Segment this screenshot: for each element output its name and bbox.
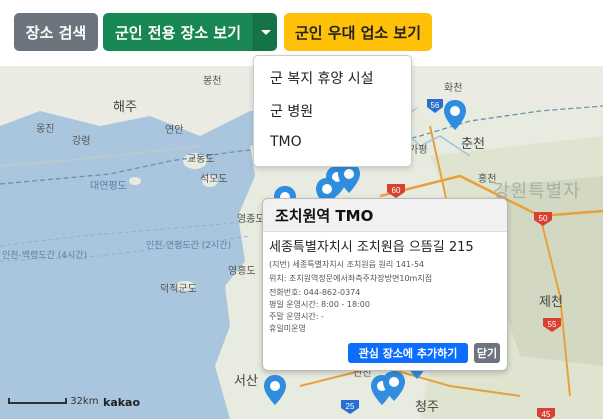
chevron-down-icon [260, 29, 271, 35]
add-favorite-button[interactable]: 관심 장소에 추가하기 [348, 343, 468, 363]
popup-address: 세종특별자치시 조치원읍 으뜸길 215 [269, 240, 474, 255]
map-label-gangryeong: 강령 [72, 136, 91, 147]
scale-label: 32km [70, 396, 99, 407]
map-label-jecheon: 제천 [539, 295, 563, 310]
map-label-chuncheon: 춘천 [461, 137, 485, 152]
popup-weekday-hours: 평일 운영시간: 8:00 - 18:00 [269, 300, 370, 309]
military-places-dropdown-menu: 군 복지 휴양 시설 군 병원 TMO [253, 55, 412, 167]
dropdown-item-tmo[interactable]: TMO [270, 134, 302, 150]
close-popup-button[interactable]: 닫기 [474, 343, 500, 363]
place-search-button[interactable]: 장소 검색 [14, 13, 98, 51]
popup-location: 위치: 조치원역정문에서좌측주차장방면10m지점 [269, 274, 433, 283]
map-label-route-yeonpyeong: 인천-연평도간 (2시간) [146, 241, 232, 251]
map-label-haeju: 해주 [113, 100, 137, 115]
place-info-popup: 조치원역 TMO 세종특별자치시 조치원읍 으뜸길 215 (지번) 세종특별자… [262, 198, 508, 371]
map-label-route-baengnyeong: 인천-백령도간 (4시간) [2, 251, 88, 261]
map-label-gyodong: 교동도 [187, 154, 215, 165]
map-label-hwacheon: 화천 [444, 83, 463, 94]
map-label-yeongjong: 영종도 [237, 214, 265, 225]
military-discount-button[interactable]: 군인 우대 업소 보기 [284, 13, 432, 51]
popup-holiday: 휴일미운영 [269, 324, 306, 333]
map-label-yeongheung: 영흥도 [228, 266, 256, 277]
map-scale: 32km [8, 396, 98, 407]
military-places-dropdown-toggle[interactable] [253, 13, 277, 51]
kakao-logo: kakao [103, 396, 141, 409]
popup-jibun: (지번) 세종특별자치시 조치원읍 원리 141-54 [269, 260, 425, 269]
map-label-seosan: 서산 [234, 374, 258, 389]
map-label-deokjeok: 덕적군도 [160, 284, 197, 295]
map-label-ongjin: 옹진 [36, 124, 55, 135]
map-label-yeonan: 연안 [165, 125, 184, 136]
map-label-seongmo: 석모도 [200, 174, 228, 185]
map-label-cheongju: 청주 [415, 400, 439, 415]
military-places-button[interactable]: 군인 전용 장소 보기 [103, 13, 253, 51]
popup-phone: 전화번호: 044-862-0374 [269, 288, 361, 297]
dropdown-item-welfare[interactable]: 군 복지 휴양 시설 [270, 68, 374, 88]
map-label-bongcheon: 봉천 [203, 76, 222, 87]
popup-title: 조치원역 TMO [275, 207, 374, 225]
dropdown-item-hospital[interactable]: 군 병원 [270, 101, 313, 121]
popup-weekend-hours: 주말 운영시간: - [269, 312, 324, 321]
popup-header: 조치원역 TMO [263, 199, 507, 232]
map-label-daeyeonpyeong: 대연평도 [90, 181, 127, 192]
